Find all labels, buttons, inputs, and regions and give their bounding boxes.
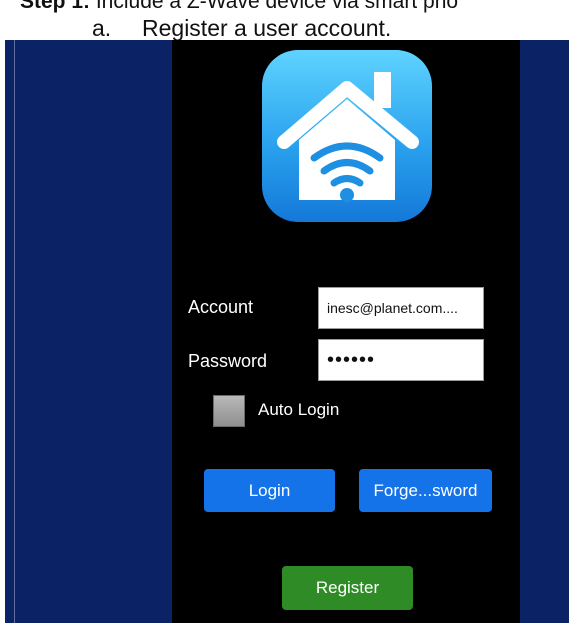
account-value: inesc@planet.com.... bbox=[327, 300, 458, 316]
account-label: Account bbox=[188, 297, 254, 317]
account-field[interactable]: inesc@planet.com.... bbox=[318, 287, 484, 329]
auto-login-checkbox[interactable] bbox=[213, 395, 245, 427]
frame-divider bbox=[14, 40, 15, 623]
register-button[interactable]: Register bbox=[282, 566, 413, 610]
password-value: •••••• bbox=[327, 348, 376, 371]
document-substep: a. Register a user account. bbox=[92, 15, 391, 41]
phone-screen: Account inesc@planet.com.... Password ••… bbox=[172, 40, 520, 623]
smart-home-wifi-icon bbox=[262, 50, 432, 222]
substep-number: a. bbox=[92, 15, 112, 41]
password-field[interactable]: •••••• bbox=[318, 339, 484, 381]
substep-text: Register a user account. bbox=[142, 15, 392, 41]
login-button[interactable]: Login bbox=[204, 469, 335, 512]
password-label: Password bbox=[188, 351, 268, 371]
step-label: Step 1: bbox=[20, 0, 91, 13]
step-description: Include a Z-Wave device via smart pho bbox=[90, 0, 459, 13]
document-step-text: Step 1: Include a Z-Wave device via smar… bbox=[20, 0, 569, 13]
forgot-password-button[interactable]: Forge...sword bbox=[359, 469, 492, 512]
auto-login-label: Auto Login bbox=[258, 400, 340, 419]
